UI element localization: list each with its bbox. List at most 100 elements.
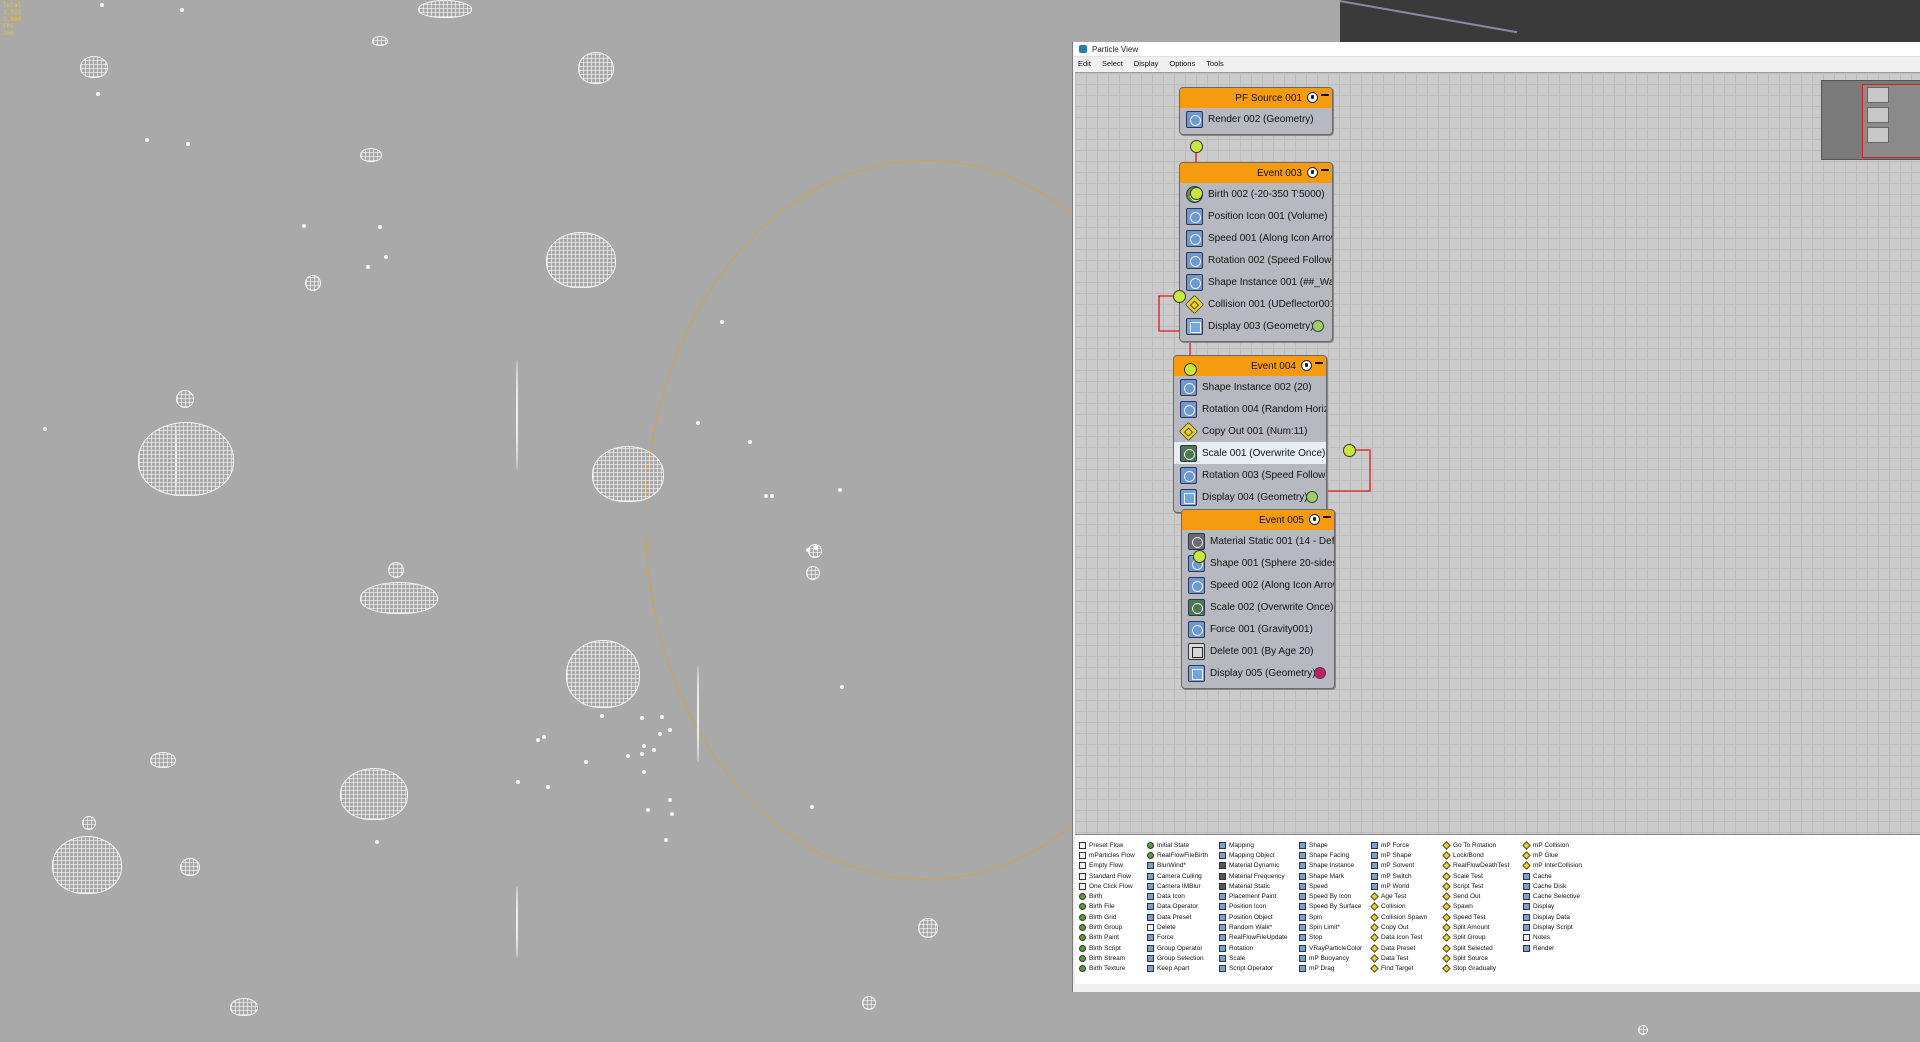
- depot-item[interactable]: Split Amount: [1442, 922, 1517, 932]
- depot-item[interactable]: Mapping Object: [1219, 850, 1293, 860]
- depot-item[interactable]: Force: [1147, 933, 1213, 943]
- collapse-icon[interactable]: [1315, 362, 1323, 364]
- depot-item[interactable]: Random Walk*: [1219, 922, 1293, 932]
- collapse-icon[interactable]: [1323, 516, 1331, 518]
- depot-item[interactable]: Speed Test: [1442, 912, 1517, 922]
- depot-item[interactable]: Position Icon: [1219, 902, 1293, 912]
- depot-item[interactable]: Shape Instance: [1299, 861, 1365, 871]
- depot-item[interactable]: Data Test: [1370, 953, 1437, 963]
- depot-item[interactable]: Camera Culling: [1147, 871, 1213, 881]
- menu-display[interactable]: Display: [1134, 59, 1159, 68]
- depot-item[interactable]: Scale: [1219, 953, 1293, 963]
- operator-row[interactable]: Rotation 004 (Random Horizontal): [1174, 398, 1326, 420]
- menu-select[interactable]: Select: [1102, 59, 1123, 68]
- depot-item[interactable]: Keep Apart: [1147, 964, 1213, 974]
- operator-row[interactable]: Display 003 (Geometry): [1180, 315, 1332, 337]
- operator-row[interactable]: Scale 002 (Overwrite Once): [1182, 596, 1334, 618]
- depot-item[interactable]: Go To Rotation: [1442, 840, 1517, 850]
- operator-row[interactable]: Speed 001 (Along Icon Arrow): [1180, 227, 1332, 249]
- depot-item[interactable]: RealFlowDeathTest: [1442, 861, 1517, 871]
- depot-item[interactable]: mP InterCollision: [1522, 861, 1587, 871]
- depot-item[interactable]: Script Test: [1442, 881, 1517, 891]
- depot-item[interactable]: Speed By Icon: [1299, 891, 1365, 901]
- depot-item[interactable]: Data Preset: [1147, 912, 1213, 922]
- depot-item[interactable]: Display Data: [1523, 912, 1587, 922]
- depot-item[interactable]: Birth Texture: [1079, 964, 1141, 974]
- depot-item[interactable]: mP World: [1371, 881, 1437, 891]
- render-toggle-icon[interactable]: [1307, 167, 1318, 178]
- depot-item[interactable]: Initial State: [1147, 840, 1213, 850]
- event-header[interactable]: Event 003: [1180, 163, 1332, 183]
- menu-edit[interactable]: Edit: [1078, 59, 1091, 68]
- event-pf-source-001[interactable]: PF Source 001 Render 002 (Geometry): [1179, 87, 1333, 135]
- depot-item[interactable]: Notes: [1523, 933, 1587, 943]
- depot-item[interactable]: Collision Spawn: [1370, 912, 1437, 922]
- depot-item[interactable]: Shape Mark: [1299, 871, 1365, 881]
- depot-item[interactable]: Birth Script: [1079, 943, 1141, 953]
- particle-graph-canvas[interactable]: PF Source 001 Render 002 (Geometry) Event …: [1075, 72, 1920, 834]
- depot-item[interactable]: VRayParticleColor: [1299, 943, 1365, 953]
- operator-row[interactable]: Copy Out 001 (Num:11): [1174, 420, 1326, 442]
- depot-item[interactable]: Data Operator: [1147, 902, 1213, 912]
- depot-item[interactable]: Birth Group: [1079, 922, 1141, 932]
- event-header[interactable]: Event 005: [1182, 510, 1334, 530]
- operator-row[interactable]: Display 005 (Geometry): [1182, 662, 1334, 684]
- connection-socket[interactable]: [1193, 550, 1206, 563]
- depot-item[interactable]: Mapping: [1219, 840, 1293, 850]
- depot-item[interactable]: Cache: [1523, 871, 1587, 881]
- depot-item[interactable]: Render: [1523, 943, 1587, 953]
- depot-item[interactable]: mP Collision: [1522, 840, 1587, 850]
- depot-item[interactable]: Spin: [1299, 912, 1365, 922]
- depot-item[interactable]: Display Script: [1523, 922, 1587, 932]
- menu-options[interactable]: Options: [1169, 59, 1195, 68]
- connection-socket[interactable]: [1173, 290, 1186, 303]
- depot-item[interactable]: Material Dynamic: [1219, 861, 1293, 871]
- operator-row[interactable]: Collision 001 (UDeflector001): [1180, 293, 1332, 315]
- depot-item[interactable]: Standard Flow: [1079, 871, 1141, 881]
- operator-row[interactable]: Speed 002 (Along Icon Arrow): [1182, 574, 1334, 596]
- depot-item[interactable]: Stop: [1299, 933, 1365, 943]
- operator-row[interactable]: Display 004 (Geometry): [1174, 486, 1326, 508]
- depot-item[interactable]: mP Glue: [1522, 850, 1587, 860]
- render-toggle-icon[interactable]: [1307, 92, 1318, 103]
- display-color-swatch[interactable]: [1312, 320, 1324, 332]
- depot-item[interactable]: Birth Paint: [1079, 933, 1141, 943]
- depot-item[interactable]: Find Target: [1370, 964, 1437, 974]
- depot-item[interactable]: Script Operator: [1219, 964, 1293, 974]
- depot-item[interactable]: Speed By Surface: [1299, 902, 1365, 912]
- depot-item[interactable]: Stop Gradually: [1442, 964, 1517, 974]
- depot-item[interactable]: One Click Flow: [1079, 881, 1141, 891]
- connection-socket[interactable]: [1343, 444, 1356, 457]
- depot-item[interactable]: Cache Disk: [1523, 881, 1587, 891]
- depot-item[interactable]: Age Test: [1370, 891, 1437, 901]
- event-event-004[interactable]: Event 004 Shape Instance 002 (20) Rotation…: [1173, 355, 1327, 513]
- depot-item[interactable]: Birth Stream: [1079, 953, 1141, 963]
- depot-item[interactable]: RealFlowFileBirth: [1147, 850, 1213, 860]
- depot-item[interactable]: Data Icon Test: [1370, 933, 1437, 943]
- depot-item[interactable]: mParticles Flow: [1079, 850, 1141, 860]
- event-event-005[interactable]: Event 005 Material Static 001 (14 - Defau…: [1181, 509, 1335, 689]
- depot-item[interactable]: Birth: [1079, 891, 1141, 901]
- depot-item[interactable]: Delete: [1147, 922, 1213, 932]
- depot-item[interactable]: mP Force: [1371, 840, 1437, 850]
- depot-item[interactable]: Split Source: [1442, 953, 1517, 963]
- operator-row[interactable]: Position Icon 001 (Volume): [1180, 205, 1332, 227]
- depot-item[interactable]: RealFlowFileUpdate: [1219, 933, 1293, 943]
- depot-item[interactable]: mP Switch: [1371, 871, 1437, 881]
- depot-item[interactable]: Copy Out: [1370, 922, 1437, 932]
- depot-item[interactable]: Data Preset: [1370, 943, 1437, 953]
- depot-item[interactable]: mP Solvent: [1371, 861, 1437, 871]
- depot-item[interactable]: Preset Flow: [1079, 840, 1141, 850]
- operator-row[interactable]: Delete 001 (By Age 20): [1182, 640, 1334, 662]
- operator-row[interactable]: Render 002 (Geometry): [1180, 108, 1332, 130]
- render-toggle-icon[interactable]: [1309, 514, 1320, 525]
- depot-item[interactable]: Material Frequency: [1219, 871, 1293, 881]
- collapse-icon[interactable]: [1321, 94, 1329, 96]
- depot-item[interactable]: mP Drag: [1299, 964, 1365, 974]
- depot-item[interactable]: Group Selection: [1147, 953, 1213, 963]
- depot-item[interactable]: Material Static: [1219, 881, 1293, 891]
- menu-tools[interactable]: Tools: [1206, 59, 1224, 68]
- depot-item[interactable]: Placement Paint: [1219, 891, 1293, 901]
- event-event-003[interactable]: Event 003 Birth 002 (-20-350 T:5000) Posit…: [1179, 162, 1333, 342]
- depot-item[interactable]: Camera IMBlur: [1147, 881, 1213, 891]
